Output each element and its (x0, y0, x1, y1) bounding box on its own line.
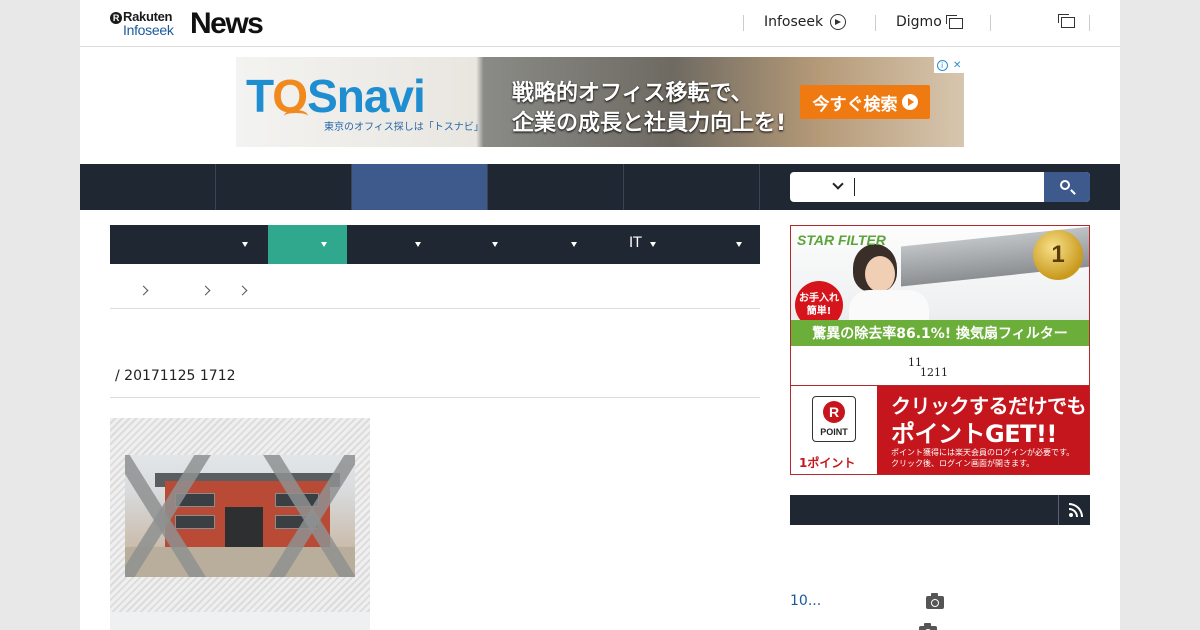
ad-person-face (865, 256, 895, 292)
rss-dot (1069, 513, 1073, 517)
point-ad-line2: ポイントGET!! (891, 420, 1057, 448)
star-filter-ad[interactable]: STAR FILTER お手入れ簡単! 1 驚異の除去率86.1%! 換気扇フィ… (790, 225, 1090, 347)
caret-down-icon (415, 242, 421, 247)
sun-icon (284, 110, 308, 122)
nav-tab[interactable] (80, 164, 216, 210)
ranking-item-link[interactable]: 10... (790, 593, 821, 609)
chevron-right-icon (200, 285, 211, 296)
main-nav (80, 164, 1120, 210)
filter-ad-caption: 驚異の除去率86.1%! 換気扇フィルター (791, 320, 1089, 346)
caret-down-icon (736, 242, 742, 247)
camera-icon (919, 623, 937, 630)
divider (110, 397, 760, 398)
ad-copy-line2: 企業の成長と社員力向上を! (512, 111, 787, 136)
brand-part: T (246, 70, 273, 122)
tosnavi-brand: TOSnavi (246, 70, 426, 122)
digmo-link[interactable]: Digmo (896, 14, 963, 30)
nav-tab-active[interactable] (352, 164, 488, 210)
photo-ground (125, 547, 355, 577)
r-point-icon: R POINT (812, 396, 856, 442)
page: R Rakuten Infoseek News Infoseek Digmo TO… (80, 0, 1120, 630)
nav-tab[interactable] (624, 164, 760, 210)
ad-person-shirt (849, 290, 929, 320)
brand-part: Snavi (307, 70, 426, 122)
chevron-right-icon (138, 285, 149, 296)
ad-choices[interactable]: i ✕ (934, 57, 964, 73)
star-filter-logo: STAR FILTER (797, 232, 886, 248)
external-link[interactable] (1054, 14, 1075, 28)
point-ad-note: ポイント獲得には楽天会員のログインが必要です。 クリック後、ログイン画面が開きま… (891, 447, 1074, 469)
r-point-label: POINT (820, 427, 848, 437)
digmo-link-label: Digmo (896, 14, 942, 30)
ad-copy-line1: 戦略的オフィス移転で、 (512, 81, 753, 106)
header-divider (990, 15, 991, 31)
header-divider (743, 15, 744, 31)
rakuten-point-ad[interactable]: R POINT 1ポイント クリックするだけでも ポイントGET!! ポイント獲… (790, 385, 1090, 475)
divider (1058, 495, 1059, 525)
breadcrumb (110, 278, 760, 309)
subnav-label: IT (629, 235, 642, 251)
header-divider (875, 15, 876, 31)
new-window-icon (1058, 14, 1075, 28)
close-icon[interactable]: ✕ (953, 60, 961, 71)
image-caption-area (110, 612, 370, 630)
new-window-icon (945, 15, 963, 29)
caret-down-icon (650, 242, 656, 247)
site-header: R Rakuten Infoseek News Infoseek Digmo (80, 0, 1120, 47)
article-image-frame[interactable] (110, 418, 370, 630)
chevron-right-icon (237, 285, 248, 296)
camera-icon (926, 593, 944, 609)
search-box (790, 172, 1090, 202)
search-button[interactable] (1044, 172, 1090, 202)
cta-label: 今すぐ検索 (812, 94, 898, 115)
nav-tab[interactable] (216, 164, 352, 210)
rss-icon[interactable] (1069, 503, 1083, 517)
nav-tab[interactable] (488, 164, 624, 210)
point-ad-left: R POINT 1ポイント (791, 386, 877, 474)
info-icon[interactable]: i (936, 59, 948, 71)
tosnavi-banner-ad[interactable]: TOSnavi 東京のオフィス探しは「トスナビ」 戦略的オフィス移転で、 企業の… (236, 57, 964, 147)
rank-1-medal-icon: 1 (1033, 230, 1083, 280)
arrow-right-icon (901, 94, 918, 110)
header-divider (1089, 15, 1090, 31)
search-input[interactable] (854, 178, 1034, 196)
chevron-down-icon[interactable] (832, 178, 844, 190)
photo-window (175, 515, 215, 529)
subnav-item[interactable] (347, 225, 426, 264)
subnav-item[interactable] (426, 225, 505, 264)
point-ad-right: クリックするだけでも ポイントGET!! ポイント獲得には楽天会員のログインが必… (877, 386, 1089, 474)
subnav-item[interactable] (505, 225, 584, 264)
subnav-item-active[interactable] (268, 225, 347, 264)
logo-infoseek: Infoseek (123, 22, 174, 38)
article-photo[interactable] (125, 455, 355, 577)
infoseek-link-label: Infoseek (764, 14, 824, 30)
footnote-sub: 1211 (920, 366, 948, 379)
circle-arrow-icon (830, 14, 847, 30)
caret-down-icon (242, 242, 248, 247)
point-ad-note-line: ポイント獲得には楽天会員のログインが必要です。 (891, 448, 1075, 457)
point-ad-note-line: クリック後、ログイン画面が開きます。 (891, 459, 1035, 468)
r-point-mark: R (823, 401, 845, 423)
infoseek-link[interactable]: Infoseek (764, 14, 847, 30)
category-subnav: IT (110, 225, 760, 264)
caret-down-icon (321, 242, 327, 247)
logo-news: News (190, 7, 264, 40)
search-now-button[interactable]: 今すぐ検索 (800, 85, 930, 119)
ranking-section-header (790, 495, 1090, 525)
subnav-item[interactable]: IT (584, 225, 663, 264)
subnav-item[interactable] (663, 225, 760, 264)
one-point-label: 1ポイント (799, 456, 856, 470)
tosnavi-tagline: 東京のオフィス探しは「トスナビ」 (324, 122, 484, 133)
caret-down-icon (492, 242, 498, 247)
photo-entrance (225, 507, 263, 549)
article-dateline: / 20171125 1712 (115, 368, 236, 384)
ad-footnote: 11 1211 (790, 346, 1090, 386)
caret-down-icon (571, 242, 577, 247)
search-icon (1060, 180, 1070, 190)
subnav-item[interactable] (110, 225, 268, 264)
logo-r-mark: R (110, 12, 122, 24)
